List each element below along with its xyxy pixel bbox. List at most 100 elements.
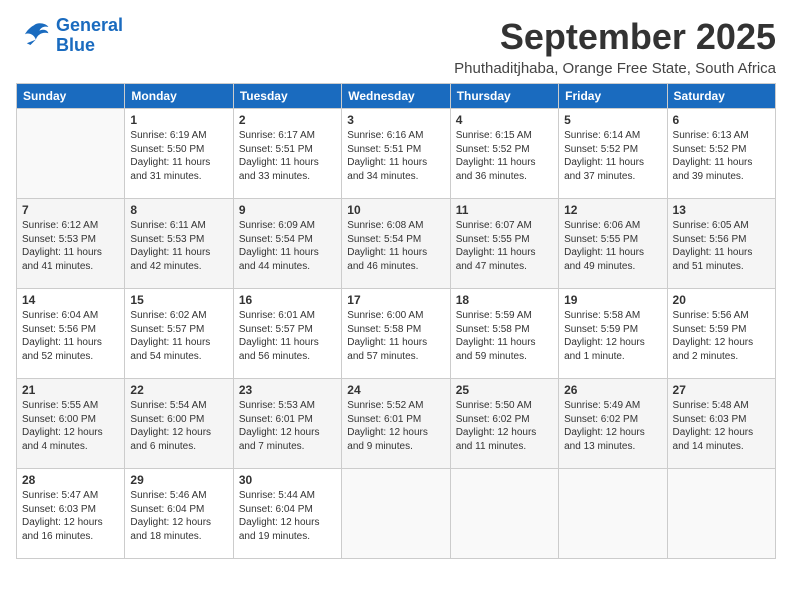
header-thursday: Thursday — [450, 84, 558, 109]
day-info: Sunrise: 5:50 AM Sunset: 6:02 PM Dayligh… — [456, 399, 553, 453]
day-info: Sunrise: 5:56 AM Sunset: 5:59 PM Dayligh… — [673, 309, 770, 363]
calendar-cell: 8Sunrise: 6:11 AM Sunset: 5:53 PM Daylig… — [125, 199, 233, 289]
calendar-cell: 19 Sunrise: 5:58 AM Sunset: 5:59 PM Dayli… — [559, 289, 667, 379]
day-number: 11 — [456, 203, 553, 217]
day-number: 4 — [456, 113, 553, 127]
calendar-cell: 26 Sunrise: 5:49 AM Sunset: 6:02 PM Dayli… — [559, 379, 667, 469]
calendar-week-row: 1 Sunrise: 6:19 AM Sunset: 5:50 PM Daylig… — [17, 109, 776, 199]
calendar-table: SundayMondayTuesdayWednesdayThursdayFrid… — [16, 83, 776, 559]
calendar-cell: 17 Sunrise: 6:00 AM Sunset: 5:58 PM Dayli… — [342, 289, 450, 379]
day-number: 18 — [456, 293, 553, 307]
day-info: Sunrise: 6:08 AM Sunset: 5:54 PM Dayligh… — [347, 219, 444, 273]
calendar-cell: 28Sunrise: 5:47 AM Sunset: 6:03 PM Dayli… — [17, 469, 125, 559]
calendar-cell: 24Sunrise: 5:52 AM Sunset: 6:01 PM Dayli… — [342, 379, 450, 469]
day-info: Sunrise: 6:00 AM Sunset: 5:58 PM Dayligh… — [347, 309, 444, 363]
calendar-cell — [450, 469, 558, 559]
day-info: Sunrise: 6:01 AM Sunset: 5:57 PM Dayligh… — [239, 309, 336, 363]
day-info: Sunrise: 6:07 AM Sunset: 5:55 PM Dayligh… — [456, 219, 553, 273]
calendar-cell: 6 Sunrise: 6:13 AM Sunset: 5:52 PM Daylig… — [667, 109, 775, 199]
calendar-cell: 11 Sunrise: 6:07 AM Sunset: 5:55 PM Dayli… — [450, 199, 558, 289]
day-number: 10 — [347, 203, 444, 217]
calendar-cell: 3 Sunrise: 6:16 AM Sunset: 5:51 PM Daylig… — [342, 109, 450, 199]
day-number: 24 — [347, 383, 444, 397]
calendar-cell: 4 Sunrise: 6:15 AM Sunset: 5:52 PM Daylig… — [450, 109, 558, 199]
calendar-cell: 10 Sunrise: 6:08 AM Sunset: 5:54 PM Dayli… — [342, 199, 450, 289]
day-info: Sunrise: 6:02 AM Sunset: 5:57 PM Dayligh… — [130, 309, 227, 363]
day-number: 25 — [456, 383, 553, 397]
calendar-cell: 14Sunrise: 6:04 AM Sunset: 5:56 PM Dayli… — [17, 289, 125, 379]
calendar-cell: 12 Sunrise: 6:06 AM Sunset: 5:55 PM Dayli… — [559, 199, 667, 289]
day-info: Sunrise: 6:06 AM Sunset: 5:55 PM Dayligh… — [564, 219, 661, 273]
calendar-cell: 21 Sunrise: 5:55 AM Sunset: 6:00 PM Dayli… — [17, 379, 125, 469]
calendar-cell: 2 Sunrise: 6:17 AM Sunset: 5:51 PM Daylig… — [233, 109, 341, 199]
calendar-cell: 23 Sunrise: 5:53 AM Sunset: 6:01 PM Dayli… — [233, 379, 341, 469]
day-info: Sunrise: 5:48 AM Sunset: 6:03 PM Dayligh… — [673, 399, 770, 453]
day-number: 19 — [564, 293, 661, 307]
calendar-cell: 20 Sunrise: 5:56 AM Sunset: 5:59 PM Dayli… — [667, 289, 775, 379]
day-info: Sunrise: 6:05 AM Sunset: 5:56 PM Dayligh… — [673, 219, 770, 273]
day-info: Sunrise: 5:49 AM Sunset: 6:02 PM Dayligh… — [564, 399, 661, 453]
calendar-cell: 29 Sunrise: 5:46 AM Sunset: 6:04 PM Dayli… — [125, 469, 233, 559]
day-number: 17 — [347, 293, 444, 307]
day-number: 6 — [673, 113, 770, 127]
calendar-header-row: SundayMondayTuesdayWednesdayThursdayFrid… — [17, 84, 776, 109]
day-number: 5 — [564, 113, 661, 127]
day-number: 8 — [130, 203, 227, 217]
day-number: 12 — [564, 203, 661, 217]
calendar-cell — [342, 469, 450, 559]
day-number: 29 — [130, 473, 227, 487]
location-title: Phuthaditjhaba, Orange Free State, South… — [454, 60, 776, 77]
day-info: Sunrise: 6:15 AM Sunset: 5:52 PM Dayligh… — [456, 129, 553, 183]
day-number: 26 — [564, 383, 661, 397]
day-info: Sunrise: 5:53 AM Sunset: 6:01 PM Dayligh… — [239, 399, 336, 453]
day-number: 30 — [239, 473, 336, 487]
header-sunday: Sunday — [17, 84, 125, 109]
day-number: 2 — [239, 113, 336, 127]
day-number: 27 — [673, 383, 770, 397]
day-info: Sunrise: 6:12 AM Sunset: 5:53 PM Dayligh… — [22, 219, 119, 273]
day-info: Sunrise: 5:46 AM Sunset: 6:04 PM Dayligh… — [130, 489, 227, 543]
calendar-cell: 1 Sunrise: 6:19 AM Sunset: 5:50 PM Daylig… — [125, 109, 233, 199]
day-info: Sunrise: 5:58 AM Sunset: 5:59 PM Dayligh… — [564, 309, 661, 363]
calendar-cell — [667, 469, 775, 559]
logo-bird-icon — [16, 18, 52, 54]
calendar-cell: 16Sunrise: 6:01 AM Sunset: 5:57 PM Dayli… — [233, 289, 341, 379]
day-info: Sunrise: 5:44 AM Sunset: 6:04 PM Dayligh… — [239, 489, 336, 543]
header-monday: Monday — [125, 84, 233, 109]
calendar-cell: 15 Sunrise: 6:02 AM Sunset: 5:57 PM Dayli… — [125, 289, 233, 379]
title-section: September 2025 Phuthaditjhaba, Orange Fr… — [454, 16, 776, 77]
header-wednesday: Wednesday — [342, 84, 450, 109]
day-info: Sunrise: 5:47 AM Sunset: 6:03 PM Dayligh… — [22, 489, 119, 543]
header-friday: Friday — [559, 84, 667, 109]
calendar-cell: 25 Sunrise: 5:50 AM Sunset: 6:02 PM Dayli… — [450, 379, 558, 469]
calendar-week-row: 21 Sunrise: 5:55 AM Sunset: 6:00 PM Dayli… — [17, 379, 776, 469]
header-tuesday: Tuesday — [233, 84, 341, 109]
day-info: Sunrise: 6:19 AM Sunset: 5:50 PM Dayligh… — [130, 129, 227, 183]
day-number: 3 — [347, 113, 444, 127]
calendar-cell: 7Sunrise: 6:12 AM Sunset: 5:53 PM Daylig… — [17, 199, 125, 289]
day-info: Sunrise: 6:14 AM Sunset: 5:52 PM Dayligh… — [564, 129, 661, 183]
day-info: Sunrise: 6:17 AM Sunset: 5:51 PM Dayligh… — [239, 129, 336, 183]
calendar-week-row: 28Sunrise: 5:47 AM Sunset: 6:03 PM Dayli… — [17, 469, 776, 559]
day-info: Sunrise: 6:13 AM Sunset: 5:52 PM Dayligh… — [673, 129, 770, 183]
logo-text: General Blue — [56, 16, 123, 56]
day-number: 21 — [22, 383, 119, 397]
day-number: 15 — [130, 293, 227, 307]
day-number: 1 — [130, 113, 227, 127]
calendar-week-row: 7Sunrise: 6:12 AM Sunset: 5:53 PM Daylig… — [17, 199, 776, 289]
calendar-cell: 30 Sunrise: 5:44 AM Sunset: 6:04 PM Dayli… — [233, 469, 341, 559]
day-info: Sunrise: 6:04 AM Sunset: 5:56 PM Dayligh… — [22, 309, 119, 363]
day-info: Sunrise: 5:55 AM Sunset: 6:00 PM Dayligh… — [22, 399, 119, 453]
month-title: September 2025 — [454, 16, 776, 58]
calendar-cell: 13Sunrise: 6:05 AM Sunset: 5:56 PM Dayli… — [667, 199, 775, 289]
calendar-cell: 5 Sunrise: 6:14 AM Sunset: 5:52 PM Daylig… — [559, 109, 667, 199]
header-saturday: Saturday — [667, 84, 775, 109]
logo: General Blue — [16, 16, 123, 56]
day-number: 20 — [673, 293, 770, 307]
day-number: 22 — [130, 383, 227, 397]
calendar-cell: 9Sunrise: 6:09 AM Sunset: 5:54 PM Daylig… — [233, 199, 341, 289]
day-number: 23 — [239, 383, 336, 397]
calendar-week-row: 14Sunrise: 6:04 AM Sunset: 5:56 PM Dayli… — [17, 289, 776, 379]
calendar-cell — [559, 469, 667, 559]
day-info: Sunrise: 6:16 AM Sunset: 5:51 PM Dayligh… — [347, 129, 444, 183]
